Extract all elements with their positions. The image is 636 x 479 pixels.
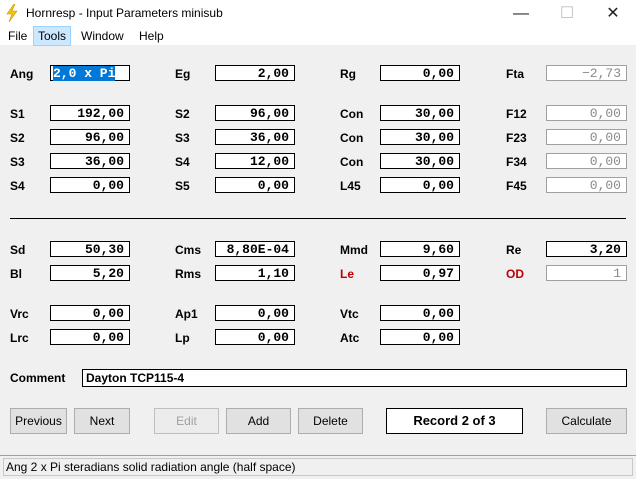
field-con2[interactable]: 30,00 xyxy=(380,129,460,145)
menu-window[interactable]: Window xyxy=(77,27,128,45)
section-divider xyxy=(10,218,626,219)
label-s1: S1 xyxy=(10,107,25,121)
label-eg: Eg xyxy=(175,67,191,81)
field-s4-col2[interactable]: 12,00 xyxy=(215,153,295,169)
field-eg[interactable]: 2,00 xyxy=(215,65,295,81)
field-f23: 0,00 xyxy=(546,129,627,145)
label-s3-col2: S3 xyxy=(175,131,190,145)
minimize-button[interactable]: — xyxy=(498,0,544,27)
label-s2-col2: S2 xyxy=(175,107,190,121)
label-con1: Con xyxy=(340,107,364,121)
label-rms: Rms xyxy=(175,267,202,281)
field-vtc[interactable]: 0,00 xyxy=(380,305,460,321)
label-s2: S2 xyxy=(10,131,25,145)
label-l45: L45 xyxy=(340,179,361,193)
label-f12: F12 xyxy=(506,107,527,121)
label-con3: Con xyxy=(340,155,364,169)
menu-help[interactable]: Help xyxy=(135,27,168,45)
app-lightning-icon xyxy=(6,4,18,22)
menu-file[interactable]: File xyxy=(4,27,31,45)
field-s2-col2[interactable]: 96,00 xyxy=(215,105,295,121)
maximize-icon: ☐ xyxy=(559,5,575,22)
field-f12: 0,00 xyxy=(546,105,627,121)
label-le: Le xyxy=(340,267,355,281)
label-s4-col2: S4 xyxy=(175,155,190,169)
label-atc: Atc xyxy=(340,331,360,345)
close-button[interactable]: ✕ xyxy=(590,0,636,27)
previous-button[interactable]: Previous xyxy=(10,408,67,434)
field-rms[interactable]: 1,10 xyxy=(215,265,295,281)
title-bar: Hornresp - Input Parameters minisub — ☐ … xyxy=(0,0,636,27)
field-con3[interactable]: 30,00 xyxy=(380,153,460,169)
field-ang[interactable]: 2,0 x Pi xyxy=(50,65,130,81)
label-f45: F45 xyxy=(506,179,527,193)
field-f34: 0,00 xyxy=(546,153,627,169)
field-con1[interactable]: 30,00 xyxy=(380,105,460,121)
label-mmd: Mmd xyxy=(340,243,368,257)
field-lp[interactable]: 0,00 xyxy=(215,329,295,345)
field-mmd[interactable]: 9,60 xyxy=(380,241,460,257)
field-bl[interactable]: 5,20 xyxy=(50,265,130,281)
minimize-icon: — xyxy=(513,5,529,22)
window-title: Hornresp - Input Parameters minisub xyxy=(26,6,223,20)
field-re[interactable]: 3,20 xyxy=(546,241,627,257)
status-text: Ang 2 x Pi steradians solid radiation an… xyxy=(6,460,296,474)
menu-tools[interactable]: Tools xyxy=(32,26,72,46)
label-s4: S4 xyxy=(10,179,25,193)
label-sd: Sd xyxy=(10,243,26,257)
field-sd[interactable]: 50,30 xyxy=(50,241,130,257)
label-f23: F23 xyxy=(506,131,527,145)
label-f34: F34 xyxy=(506,155,527,169)
field-le[interactable]: 0,97 xyxy=(380,265,460,281)
field-od: 1 xyxy=(546,265,627,281)
label-lrc: Lrc xyxy=(10,331,29,345)
label-comment: Comment xyxy=(10,371,66,385)
edit-button[interactable]: Edit xyxy=(154,408,219,434)
menu-bar: File Tools Window Help xyxy=(0,26,636,46)
next-button[interactable]: Next xyxy=(74,408,130,434)
comment-field[interactable]: Dayton TCP115-4 xyxy=(82,369,627,387)
label-rg: Rg xyxy=(340,67,356,81)
field-s4[interactable]: 0,00 xyxy=(50,177,130,193)
field-s3[interactable]: 36,00 xyxy=(50,153,130,169)
label-cms: Cms xyxy=(175,243,202,257)
field-fta: −2,73 xyxy=(546,65,627,81)
label-re: Re xyxy=(506,243,522,257)
field-s1[interactable]: 192,00 xyxy=(50,105,130,121)
label-lp: Lp xyxy=(175,331,190,345)
field-atc[interactable]: 0,00 xyxy=(380,329,460,345)
label-vrc: Vrc xyxy=(10,307,29,321)
close-icon: ✕ xyxy=(606,5,620,22)
field-s3-col2[interactable]: 36,00 xyxy=(215,129,295,145)
field-vrc[interactable]: 0,00 xyxy=(50,305,130,321)
field-s5[interactable]: 0,00 xyxy=(215,177,295,193)
label-con2: Con xyxy=(340,131,364,145)
field-s2[interactable]: 96,00 xyxy=(50,129,130,145)
field-f45: 0,00 xyxy=(546,177,627,193)
record-indicator: Record 2 of 3 xyxy=(386,408,523,434)
calculate-button[interactable]: Calculate xyxy=(546,408,627,434)
label-ap1: Ap1 xyxy=(175,307,198,321)
field-lrc[interactable]: 0,00 xyxy=(50,329,130,345)
label-bl: Bl xyxy=(10,267,22,281)
label-vtc: Vtc xyxy=(340,307,359,321)
field-rg[interactable]: 0,00 xyxy=(380,65,460,81)
maximize-button[interactable]: ☐ xyxy=(544,0,590,27)
status-bar: Ang 2 x Pi steradians solid radiation an… xyxy=(0,455,636,479)
field-l45[interactable]: 0,00 xyxy=(380,177,460,193)
label-ang: Ang xyxy=(10,67,34,81)
add-button[interactable]: Add xyxy=(226,408,291,434)
label-fta: Fta xyxy=(506,67,524,81)
field-ap1[interactable]: 0,00 xyxy=(215,305,295,321)
label-s3: S3 xyxy=(10,155,25,169)
label-od: OD xyxy=(506,267,524,281)
label-s5: S5 xyxy=(175,179,190,193)
delete-button[interactable]: Delete xyxy=(298,408,363,434)
field-cms[interactable]: 8,80E-04 xyxy=(215,241,295,257)
